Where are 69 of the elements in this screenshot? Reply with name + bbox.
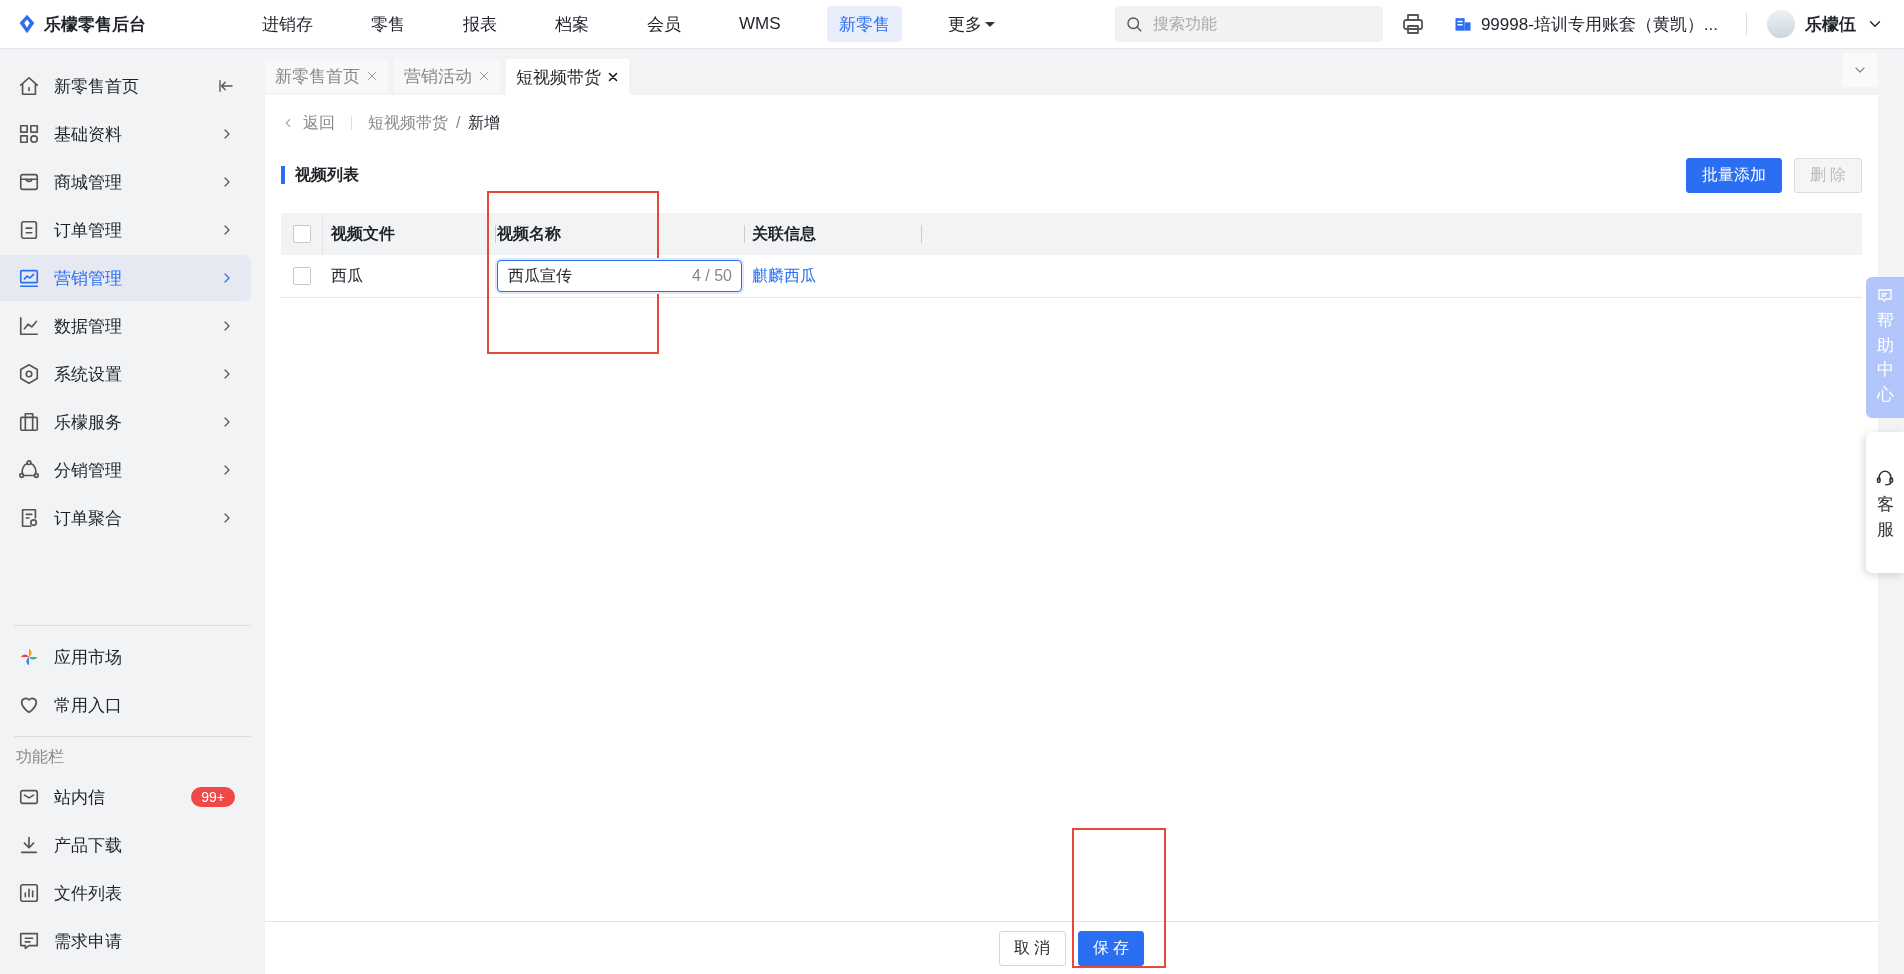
breadcrumb-separator: / xyxy=(456,114,461,132)
account-link[interactable]: 99998-培训专用账套（黄凯）... xyxy=(1480,12,1718,36)
message-icon xyxy=(1876,287,1894,305)
sidebar-item[interactable]: 商城管理 xyxy=(0,159,251,205)
sidebar-item[interactable]: 产品下载 xyxy=(0,822,251,868)
document-icon xyxy=(18,219,40,241)
search-field[interactable]: 搜索功能 xyxy=(1114,6,1383,42)
nav-tab[interactable]: 报表 xyxy=(451,6,509,42)
download-icon xyxy=(18,834,40,856)
line-chart-icon xyxy=(18,315,40,337)
search-icon xyxy=(1124,15,1143,33)
briefcase-icon xyxy=(18,411,40,433)
sidebar-item[interactable]: 营销管理 xyxy=(0,255,251,301)
bar-chart-icon xyxy=(18,882,40,904)
breadcrumb-item: 新增 xyxy=(468,112,501,133)
monitor-chart-icon xyxy=(18,267,40,289)
back-link[interactable]: 返回 xyxy=(281,112,335,134)
nav-tab[interactable]: 进销存 xyxy=(250,6,325,42)
avatar-icon xyxy=(1767,10,1795,38)
column-header: 关联信息 xyxy=(752,223,816,244)
sidebar-item[interactable]: 系统设置 xyxy=(0,351,251,397)
sidebar-item[interactable]: 分销管理 xyxy=(0,447,251,493)
nav-tab[interactable]: 零售 xyxy=(359,6,417,42)
nav-tab[interactable]: 更多 xyxy=(935,6,1007,42)
collapse-icon[interactable] xyxy=(217,77,235,95)
sidebar-item[interactable]: 应用市场 xyxy=(14,634,251,680)
nav-tab[interactable]: 会员 xyxy=(635,6,693,42)
column-header: 视频名称 xyxy=(497,223,561,244)
tab-menu-button[interactable] xyxy=(1842,53,1878,87)
sidebar-item[interactable]: 订单管理 xyxy=(0,207,251,253)
nav-tab[interactable]: 新零售 xyxy=(826,6,902,42)
nav-tab[interactable]: 档案 xyxy=(543,6,601,42)
count-badge: 99+ xyxy=(191,787,235,807)
breadcrumb-item[interactable]: 短视频带货 xyxy=(368,112,448,134)
hexagon-icon xyxy=(18,363,40,385)
sidebar-item[interactable]: 需求申请 xyxy=(0,918,251,964)
printer-icon[interactable] xyxy=(1400,12,1425,36)
nav-tab[interactable]: WMS xyxy=(727,6,793,42)
close-icon[interactable] xyxy=(607,71,619,83)
sidebar-item[interactable]: 站内信 99+ xyxy=(0,774,251,820)
add-button[interactable]: 批量添加 xyxy=(1685,157,1782,193)
grid-icon xyxy=(18,123,40,145)
store-icon xyxy=(18,171,40,193)
section-label: 功能栏 xyxy=(15,747,65,767)
sidebar-item[interactable]: 数据管理 xyxy=(0,303,251,349)
cancel-button[interactable]: 取 消 xyxy=(999,930,1066,966)
character-count: 4 / 50 xyxy=(691,267,732,285)
home-icon xyxy=(18,75,40,97)
product-link[interactable]: 麒麟西瓜 xyxy=(752,265,816,287)
sidebar-item[interactable]: 新零售首页 xyxy=(0,63,251,109)
sidebar-item[interactable]: 乐檬服务 xyxy=(0,399,251,445)
column-header: 视频文件 xyxy=(331,223,395,244)
chat-icon xyxy=(18,930,40,952)
section-title: 视频列表 xyxy=(281,166,359,184)
checkbox[interactable] xyxy=(293,267,311,285)
page-tab[interactable]: 短视频带货 xyxy=(506,59,629,95)
sidebar-item[interactable]: 常用入口 xyxy=(14,682,251,728)
network-icon xyxy=(18,459,40,481)
table-cell-text: 西瓜 xyxy=(331,265,363,286)
user-name[interactable]: 乐檬伍 xyxy=(1805,12,1856,36)
sidebar-item[interactable]: 基础资料 xyxy=(0,111,251,157)
save-button[interactable]: 保 存 xyxy=(1077,930,1144,966)
checkbox[interactable] xyxy=(292,225,311,243)
sidebar-item[interactable]: 订单聚合 xyxy=(0,495,251,541)
app-market-icon xyxy=(18,646,40,668)
caret-icon xyxy=(984,21,995,27)
app-title: 乐檬零售后台 xyxy=(44,13,146,36)
sidebar-item[interactable]: 文件列表 xyxy=(0,870,251,916)
customer-service-tab[interactable]: 客服 xyxy=(1866,431,1904,573)
